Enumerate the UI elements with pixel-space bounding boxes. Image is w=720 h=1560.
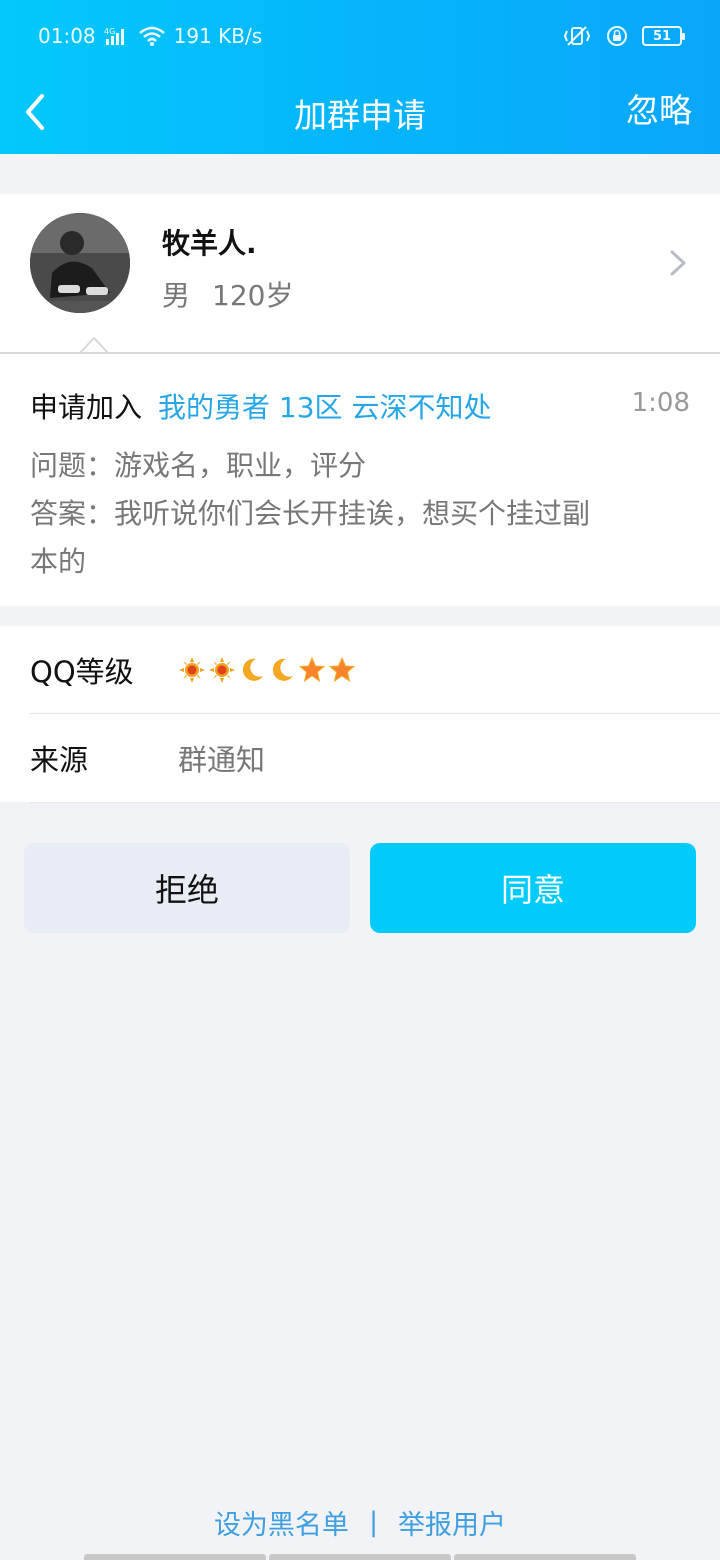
source-label: 来源 — [30, 743, 89, 777]
title-bar: 加群申请 忽略 — [0, 72, 720, 154]
divider — [30, 802, 720, 803]
report-user-link[interactable]: 举报用户 — [398, 1503, 506, 1542]
navigation-bar — [84, 1554, 636, 1560]
lock-rotation-icon — [606, 25, 628, 47]
network-type: 4G — [104, 27, 115, 36]
star-icon — [328, 656, 356, 682]
chevron-right-icon — [670, 250, 686, 276]
moon-icon — [242, 658, 263, 681]
chevron-left-icon — [26, 94, 44, 130]
request-question: 问题：游戏名，职业，评分 — [30, 449, 367, 482]
status-bar: 01:08 4G 191 KB/s 51 — [0, 0, 720, 72]
page-title: 加群申请 — [294, 96, 426, 135]
request-details: 申请加入 我的勇者 13区 云深不知处 1:08 问题：游戏名，职业，评分 答案… — [0, 354, 720, 606]
request-line: 申请加入 我的勇者 13区 云深不知处 — [30, 386, 491, 426]
source-value: 群通知 — [178, 743, 266, 777]
group-name-link[interactable]: 我的勇者 13区 云深不知处 — [158, 386, 491, 426]
nav-segment — [84, 1554, 266, 1560]
wifi-icon — [138, 25, 166, 47]
footer-separator: | — [368, 1506, 379, 1538]
vibrate-icon — [562, 25, 592, 47]
applicant-gender: 男 — [162, 279, 191, 312]
speech-notch — [80, 336, 108, 354]
applicant-name: 牧羊人. — [162, 227, 257, 260]
request-time: 1:08 — [631, 388, 690, 418]
applicant-age: 120岁 — [212, 279, 294, 312]
cellular-signal-icon: 4G — [104, 26, 130, 46]
avatar[interactable] — [30, 213, 130, 313]
status-time: 01:08 — [38, 24, 96, 48]
nav-segment — [269, 1554, 451, 1560]
network-speed: 191 KB/s — [173, 24, 263, 48]
nav-segment — [454, 1554, 636, 1560]
applicant-info-list: QQ等级 来源 群通知 — [0, 626, 720, 802]
back-button[interactable] — [22, 82, 82, 142]
applicant-profile-card[interactable]: 牧羊人. 男 120岁 — [0, 194, 720, 354]
sun-icon — [209, 656, 235, 683]
battery-icon: 51 — [642, 26, 685, 46]
blacklist-link[interactable]: 设为黑名单 — [214, 1503, 349, 1542]
source-row: 来源 群通知 — [30, 714, 720, 802]
request-prefix: 申请加入 — [30, 391, 143, 424]
battery-level: 51 — [652, 28, 672, 44]
moon-icon — [272, 658, 293, 681]
footer-links: 设为黑名单 | 举报用户 — [0, 1500, 720, 1544]
qq-level-label: QQ等级 — [30, 654, 134, 689]
qq-level-icons — [178, 656, 356, 684]
ignore-button[interactable]: 忽略 — [626, 84, 692, 132]
sun-icon — [179, 656, 205, 683]
accept-button[interactable]: 同意 — [370, 843, 696, 933]
app-header: 01:08 4G 191 KB/s 51 加群申请 忽略 — [0, 0, 720, 154]
star-icon — [298, 656, 326, 682]
request-answer: 答案：我听说你们会长开挂诶，想买个挂过副本的 — [30, 497, 591, 578]
applicant-meta: 男 120岁 — [162, 274, 293, 314]
qq-level-row: QQ等级 — [30, 626, 720, 714]
reject-button[interactable]: 拒绝 — [24, 843, 350, 933]
